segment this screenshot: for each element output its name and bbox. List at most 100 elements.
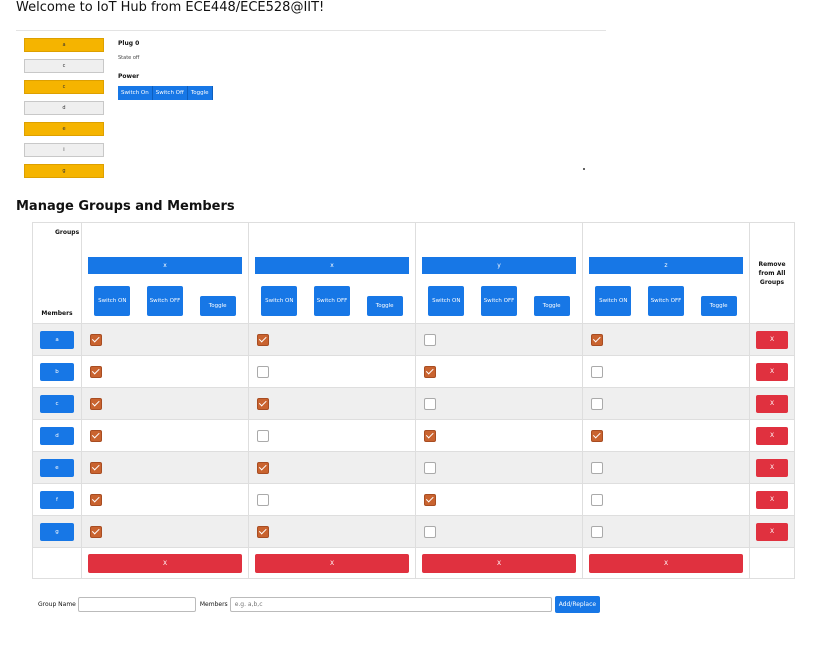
device-button[interactable]: g — [24, 164, 104, 178]
remove-member-button[interactable]: X — [756, 490, 788, 509]
membership-checkbox[interactable] — [90, 429, 102, 442]
group-switch-on-button[interactable]: Switch ON — [595, 286, 632, 316]
group-switch-off-button[interactable]: Switch OFF — [480, 286, 517, 316]
remove-member-button[interactable]: X — [756, 458, 788, 477]
member-button[interactable]: g — [40, 522, 74, 541]
remove-member-button[interactable]: X — [756, 426, 788, 445]
switch-off-button[interactable]: Switch Off — [152, 86, 188, 100]
remove-cell: X — [749, 515, 795, 548]
group-toggle-button[interactable]: Toggle — [199, 296, 236, 316]
membership-checkbox[interactable] — [591, 397, 603, 410]
membership-checkbox[interactable] — [257, 493, 269, 506]
membership-checkbox[interactable] — [90, 333, 102, 346]
device-list: accdeig — [24, 38, 104, 185]
group-switch-off-button[interactable]: Switch OFF — [313, 286, 350, 316]
group-switch-on-button[interactable]: Switch ON — [261, 286, 298, 316]
delete-group-button[interactable]: X — [422, 553, 576, 573]
remove-cell: X — [749, 419, 795, 452]
table-row: eX — [32, 451, 795, 484]
members-header-label: Members — [41, 310, 73, 317]
membership-checkbox[interactable] — [257, 429, 269, 442]
remove-member-button[interactable]: X — [756, 362, 788, 381]
membership-checkbox[interactable] — [90, 365, 102, 378]
membership-checkbox[interactable] — [591, 525, 603, 538]
member-button[interactable]: a — [40, 330, 74, 349]
member-button[interactable]: f — [40, 490, 74, 509]
device-button[interactable]: a — [24, 38, 104, 52]
membership-checkbox[interactable] — [257, 525, 269, 538]
membership-cell — [582, 355, 750, 388]
device-button[interactable]: c — [24, 59, 104, 73]
group-name-button[interactable]: z — [589, 257, 743, 274]
switch-on-button[interactable]: Switch On — [118, 86, 153, 100]
remove-member-button[interactable]: X — [756, 394, 788, 413]
table-row: fX — [32, 483, 795, 516]
membership-checkbox[interactable] — [591, 461, 603, 474]
membership-checkbox[interactable] — [591, 429, 603, 442]
membership-checkbox[interactable] — [424, 333, 436, 346]
membership-cell — [415, 323, 583, 356]
membership-checkbox[interactable] — [257, 397, 269, 410]
group-name-input[interactable] — [77, 596, 196, 612]
membership-cell — [415, 483, 583, 516]
member-cell: c — [32, 387, 82, 420]
remove-member-button[interactable]: X — [756, 330, 788, 349]
device-button[interactable]: i — [24, 143, 104, 157]
membership-cell — [248, 323, 416, 356]
group-name-button[interactable]: y — [422, 257, 576, 274]
group-toggle-button[interactable]: Toggle — [700, 296, 737, 316]
member-cell: e — [32, 451, 82, 484]
member-button[interactable]: c — [40, 394, 74, 413]
membership-checkbox[interactable] — [90, 397, 102, 410]
membership-checkbox[interactable] — [424, 525, 436, 538]
group-header: y Switch ON Switch OFF Toggle — [415, 222, 583, 324]
group-toggle-button[interactable]: Toggle — [366, 296, 403, 316]
member-button[interactable]: d — [40, 426, 74, 445]
membership-checkbox[interactable] — [591, 493, 603, 506]
table-row: aX — [32, 323, 795, 356]
member-button[interactable]: b — [40, 362, 74, 381]
membership-checkbox[interactable] — [257, 365, 269, 378]
delete-group-button[interactable]: X — [255, 553, 409, 573]
membership-checkbox[interactable] — [257, 461, 269, 474]
group-toggle-button[interactable]: Toggle — [533, 296, 570, 316]
toggle-button[interactable]: Toggle — [187, 86, 213, 100]
membership-checkbox[interactable] — [257, 333, 269, 346]
group-switch-on-button[interactable]: Switch ON — [428, 286, 465, 316]
membership-checkbox[interactable] — [591, 365, 603, 378]
device-panel: Plug 0 State off Power Switch On Switch … — [118, 40, 213, 100]
membership-cell — [81, 483, 249, 516]
add-replace-button[interactable]: Add/Replace — [554, 595, 601, 613]
remove-cell: X — [749, 483, 795, 516]
member-button[interactable]: e — [40, 458, 74, 477]
member-cell: b — [32, 355, 82, 388]
membership-checkbox[interactable] — [90, 525, 102, 538]
membership-checkbox[interactable] — [591, 333, 603, 346]
device-button[interactable]: e — [24, 122, 104, 136]
remove-cell: X — [749, 355, 795, 388]
membership-cell — [415, 419, 583, 452]
device-button[interactable]: c — [24, 80, 104, 94]
delete-group-button[interactable]: X — [88, 553, 242, 573]
table-row: bX — [32, 355, 795, 388]
membership-checkbox[interactable] — [424, 493, 436, 506]
delete-group-button[interactable]: X — [589, 553, 743, 573]
device-button[interactable]: d — [24, 101, 104, 115]
membership-checkbox[interactable] — [424, 397, 436, 410]
group-name-button[interactable]: x — [88, 257, 242, 274]
membership-checkbox[interactable] — [90, 493, 102, 506]
group-switch-off-button[interactable]: Switch OFF — [146, 286, 183, 316]
membership-cell — [582, 451, 750, 484]
membership-checkbox[interactable] — [424, 461, 436, 474]
membership-checkbox[interactable] — [90, 461, 102, 474]
membership-checkbox[interactable] — [424, 365, 436, 378]
group-switch-on-button[interactable]: Switch ON — [94, 286, 131, 316]
section-title: Manage Groups and Members — [16, 199, 235, 214]
remove-all-label: Remove from All Groups — [758, 260, 786, 286]
group-switch-off-button[interactable]: Switch OFF — [647, 286, 684, 316]
empty-cell — [32, 547, 82, 579]
group-name-button[interactable]: x — [255, 257, 409, 274]
members-input[interactable] — [229, 596, 552, 612]
remove-member-button[interactable]: X — [756, 522, 788, 541]
membership-checkbox[interactable] — [424, 429, 436, 442]
